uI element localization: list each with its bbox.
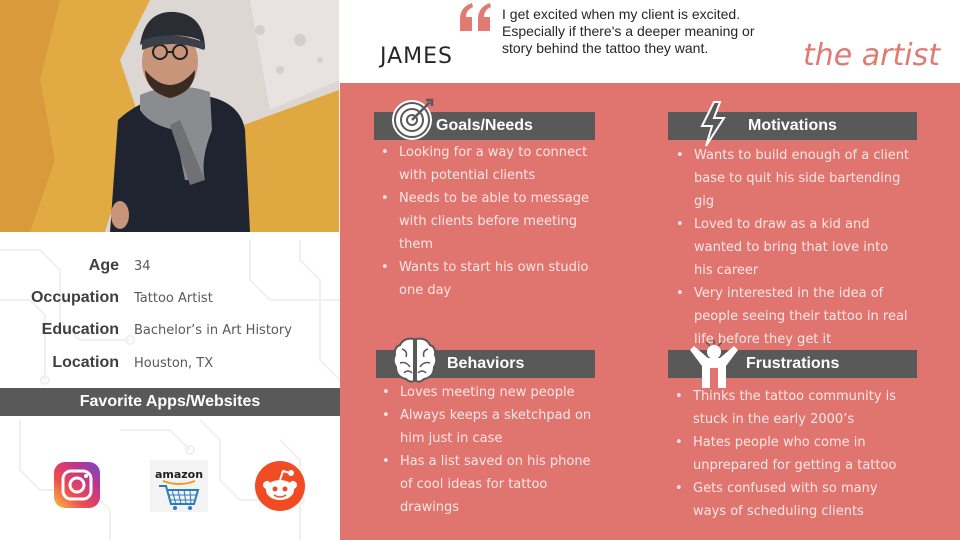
detail-label: Age <box>88 257 119 274</box>
goals-list: Looking for a way to connect with potent… <box>381 141 595 302</box>
amazon-icon[interactable]: amazon <box>150 460 208 512</box>
list-item: Loves meeting new people <box>382 381 596 404</box>
detail-label: Location <box>52 354 119 371</box>
detail-row-location: Location Houston, TX <box>0 349 340 377</box>
amazon-wordmark: amazon <box>155 468 203 481</box>
goals-title: Goals/Needs <box>436 117 533 134</box>
persona-photo <box>0 0 339 232</box>
list-item: Wants to build enough of a client base t… <box>676 144 910 213</box>
behaviors-title: Behaviors <box>447 355 525 372</box>
frustrations-list: Thinks the tattoo community is stuck in … <box>675 385 911 523</box>
profile-column: Age 34 Occupation Tattoo Artist Educatio… <box>0 0 340 540</box>
behaviors-list: Loves meeting new people Always keeps a … <box>382 381 596 519</box>
list-item: Thinks the tattoo community is stuck in … <box>675 385 911 431</box>
list-item: Always keeps a sketchpad on him just in … <box>382 404 596 450</box>
persona-name: JAMES <box>380 44 453 69</box>
favorite-apps-title: Favorite Apps/Websites <box>0 388 340 416</box>
persona-panel: Goals/Needs Looking for a way to connect… <box>340 83 960 540</box>
list-item: Wants to start his own studio one day <box>381 256 595 302</box>
persona-header: JAMES I get excited when my client is ex… <box>340 0 960 83</box>
frustrations-title: Frustrations <box>746 355 840 372</box>
list-item: Loved to draw as a kid and wanted to bri… <box>676 213 910 282</box>
persona-role: the artist <box>803 38 940 73</box>
detail-value: Bachelor’s in Art History <box>134 323 292 338</box>
target-icon <box>390 96 436 146</box>
quote-icon <box>458 1 494 39</box>
detail-value: Houston, TX <box>134 356 214 371</box>
detail-row-age: Age 34 <box>0 252 340 280</box>
instagram-icon[interactable] <box>52 460 104 512</box>
list-item: Needs to be able to message with clients… <box>381 187 595 256</box>
detail-label: Education <box>41 321 119 338</box>
motivations-list: Wants to build enough of a client base t… <box>676 144 910 351</box>
detail-value: 34 <box>134 259 151 274</box>
reddit-icon[interactable] <box>254 460 306 512</box>
detail-row-education: Education Bachelor’s in Art History <box>0 316 340 344</box>
detail-value: Tattoo Artist <box>134 291 213 306</box>
motivations-title: Motivations <box>748 117 837 134</box>
detail-label: Occupation <box>30 289 119 306</box>
list-item: Has a list saved on his phone of cool id… <box>382 450 596 519</box>
list-item: Hates people who come in unprepared for … <box>675 431 911 477</box>
persona-quote: I get excited when my client is excited.… <box>502 6 755 56</box>
detail-row-occupation: Occupation Tattoo Artist <box>0 284 340 312</box>
list-item: Gets confused with so many ways of sched… <box>675 477 911 523</box>
list-item: Looking for a way to connect with potent… <box>381 141 595 187</box>
